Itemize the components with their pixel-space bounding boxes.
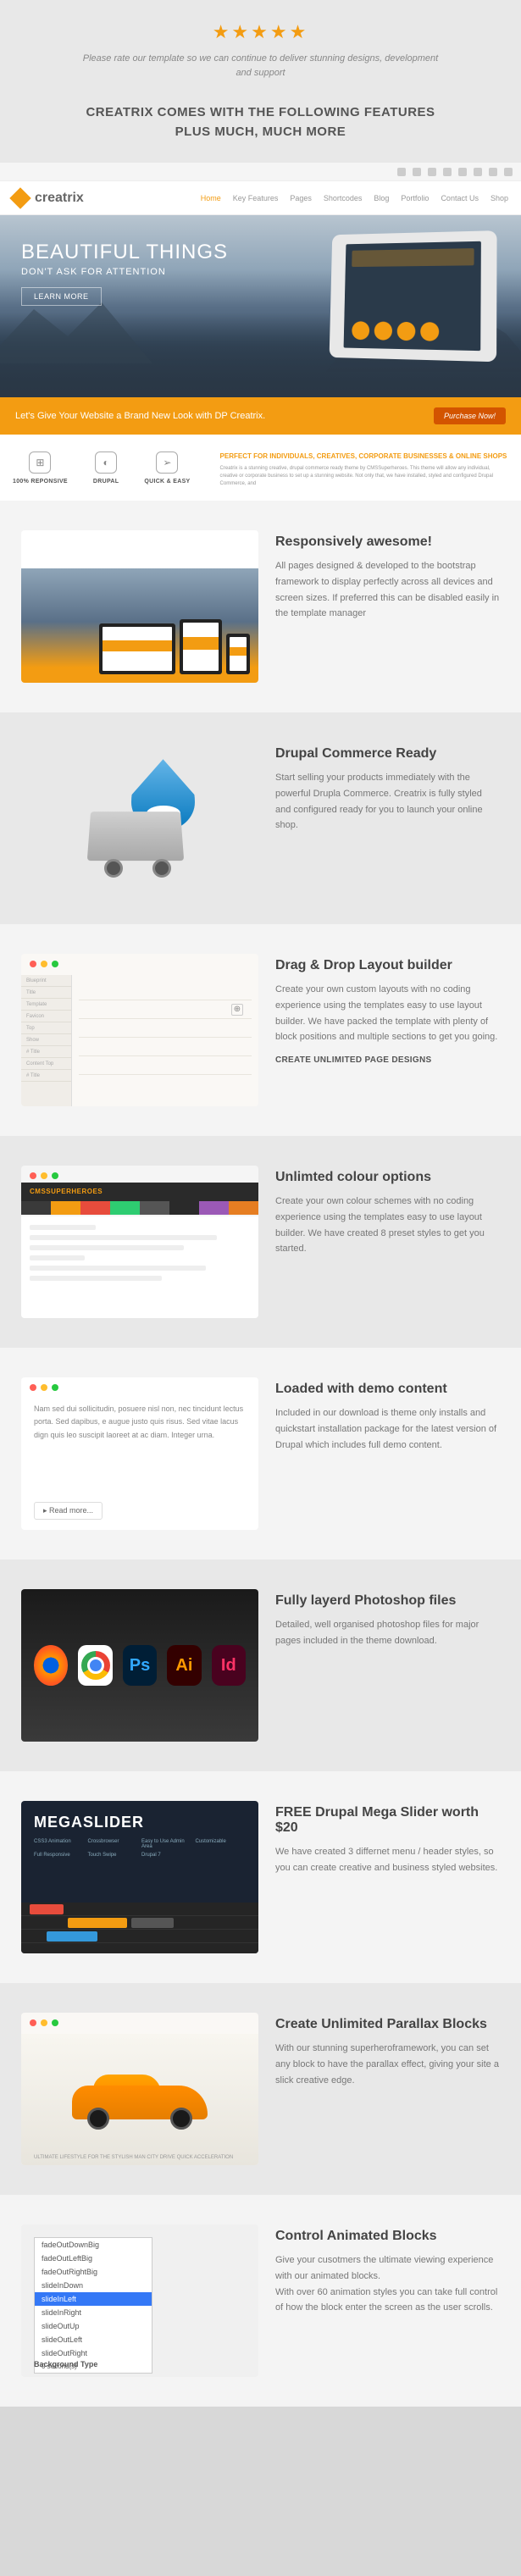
feature-title: Unlimted colour options bbox=[275, 1170, 500, 1185]
feature-responsive: Responsively awesome! All pages designed… bbox=[0, 501, 521, 712]
cart-icon bbox=[87, 812, 184, 861]
feature-desc: We have created 3 differnet menu / heade… bbox=[275, 1844, 500, 1875]
feature-title: FREE Drupal Mega Slider worth $20 bbox=[275, 1805, 500, 1836]
cta-bar: Let's Give Your Website a Brand New Look… bbox=[0, 397, 521, 435]
hero-image: BEAUTIFUL THINGS DON'T ASK FOR ATTENTION… bbox=[0, 215, 521, 397]
firefox-icon bbox=[34, 1645, 68, 1686]
below-hero: ⊞ 100% REPONSIVE ◐ DRUPAL ➢ QUICK & EASY… bbox=[0, 435, 521, 501]
page-header: ★★★★★ Please rate our template so we can… bbox=[0, 0, 521, 95]
illustrator-icon: Ai bbox=[167, 1645, 201, 1686]
logo-text: creatrix bbox=[35, 191, 84, 206]
parallax-captions: ULTIMATE LIFESTYLE FOR THE STYLISH MAN C… bbox=[34, 2154, 233, 2161]
car-icon bbox=[64, 2070, 216, 2130]
feature-desc: All pages designed & developed to the bo… bbox=[275, 558, 500, 622]
cms-logo: CMSSUPERHEROES bbox=[21, 1183, 258, 1201]
feature-icon-quick: ➢ QUICK & EASY bbox=[144, 451, 190, 488]
feature-demo-content: Nam sed dui sollicitudin, posuere nisl n… bbox=[0, 1348, 521, 1559]
feature-title: Drag & Drop Layout builder bbox=[275, 958, 500, 973]
drag-handle-icon: ⊕ bbox=[231, 1004, 243, 1016]
main-title: CREATRIX COMES WITH THE FOLLOWING FEATUR… bbox=[0, 95, 521, 163]
indesign-icon: Id bbox=[212, 1645, 246, 1686]
feature-desc: With our stunning superheroframework, yo… bbox=[275, 2041, 500, 2088]
commerce-icon bbox=[21, 742, 258, 895]
animated-blocks-preview: fadeOutDownBig fadeOutLeftBig fadeOutRig… bbox=[21, 2224, 258, 2377]
navbar: creatrix HomeKey FeaturesPagesShortcodes… bbox=[0, 181, 521, 215]
nav-links: HomeKey FeaturesPagesShortcodesBlogPortf… bbox=[201, 194, 508, 202]
feature-commerce: Drupal Commerce Ready Start selling your… bbox=[0, 712, 521, 924]
colour-preview: CMSSUPERHEROES bbox=[21, 1166, 258, 1318]
layout-builder-preview: BlueprintTitleTemplateFaviconTopShow# Ti… bbox=[21, 954, 258, 1106]
feature-desc: Give your cusotmers the ultimate viewing… bbox=[275, 2252, 500, 2316]
read-more-button[interactable]: ▸ Read more... bbox=[34, 1502, 103, 1520]
lorem-text: Nam sed dui sollicitudin, posuere nisl n… bbox=[34, 1403, 246, 1442]
feature-title: Control Animated Blocks bbox=[275, 2229, 500, 2244]
feature-colour-options: CMSSUPERHEROES Unlimted colour options C… bbox=[0, 1136, 521, 1348]
parallax-preview: ULTIMATE LIFESTYLE FOR THE STYLISH MAN C… bbox=[21, 2013, 258, 2165]
feature-parallax: ULTIMATE LIFESTYLE FOR THE STYLISH MAN C… bbox=[0, 1983, 521, 2195]
chrome-icon bbox=[78, 1645, 112, 1686]
feature-icon-responsive: ⊞ 100% REPONSIVE bbox=[13, 451, 68, 488]
hero-heading: BEAUTIFUL THINGS bbox=[21, 241, 228, 264]
feature-title: Drupal Commerce Ready bbox=[275, 746, 500, 762]
cta-text: Let's Give Your Website a Brand New Look… bbox=[15, 411, 265, 421]
perfect-desc: Creatrix is a stunning creative, drupal … bbox=[220, 465, 508, 488]
rate-text: Please rate our template so we can conti… bbox=[83, 52, 439, 80]
feature-desc: Start selling your products immediately … bbox=[275, 770, 500, 834]
timeline bbox=[21, 1903, 258, 1953]
logo-icon bbox=[9, 187, 30, 208]
demo-content-preview: Nam sed dui sollicitudin, posuere nisl n… bbox=[21, 1377, 258, 1530]
megaslider-title: MEGASLIDER bbox=[34, 1814, 144, 1831]
feature-icon-drupal: ◐ DRUPAL bbox=[93, 451, 119, 488]
tablet-mockup bbox=[330, 230, 497, 362]
learn-more-button[interactable]: LEARN MORE bbox=[21, 287, 102, 306]
feature-title: Create Unlimited Parallax Blocks bbox=[275, 2017, 500, 2032]
feature-title: Loaded with demo content bbox=[275, 1382, 500, 1397]
animation-dropdown[interactable]: fadeOutDownBig fadeOutLeftBig fadeOutRig… bbox=[34, 2237, 152, 2374]
feature-layout-builder: BlueprintTitleTemplateFaviconTopShow# Ti… bbox=[0, 924, 521, 1136]
photoshop-icon: Ps bbox=[123, 1645, 157, 1686]
photoshop-preview: Ps Ai Id bbox=[21, 1589, 258, 1742]
feature-animated-blocks: fadeOutDownBig fadeOutLeftBig fadeOutRig… bbox=[0, 2195, 521, 2407]
top-iconbar bbox=[0, 163, 521, 181]
megaslider-preview: MEGASLIDER CSS3 AnimationCrossbrowserEas… bbox=[21, 1801, 258, 1953]
feature-extra: CREATE UNLIMITED PAGE DESIGNS bbox=[275, 1055, 500, 1065]
bg-type-label: Background Type bbox=[34, 2360, 97, 2368]
hero-subheading: DON'T ASK FOR ATTENTION bbox=[21, 267, 228, 277]
feature-title: Responsively awesome! bbox=[275, 535, 500, 550]
purchase-button[interactable]: Purchase Now! bbox=[434, 407, 506, 424]
feature-title: Fully layerd Photoshop files bbox=[275, 1593, 500, 1609]
hero-preview: creatrix HomeKey FeaturesPagesShortcodes… bbox=[0, 163, 521, 501]
feature-desc: Create your own custom layouts with no c… bbox=[275, 982, 500, 1045]
responsive-preview bbox=[21, 530, 258, 683]
rating-stars: ★★★★★ bbox=[17, 21, 504, 43]
feature-desc: Detailed, well organised photoshop files… bbox=[275, 1617, 500, 1648]
feature-photoshop: Ps Ai Id Fully layerd Photoshop files De… bbox=[0, 1559, 521, 1771]
feature-desc: Included in our download is theme only i… bbox=[275, 1405, 500, 1453]
color-swatches bbox=[21, 1201, 258, 1215]
feature-mega-slider: MEGASLIDER CSS3 AnimationCrossbrowserEas… bbox=[0, 1771, 521, 1983]
perfect-title: PERFECT FOR INDIVIDUALS, CREATIVES, CORP… bbox=[220, 451, 508, 461]
feature-desc: Create your own colour schemes with no c… bbox=[275, 1194, 500, 1257]
